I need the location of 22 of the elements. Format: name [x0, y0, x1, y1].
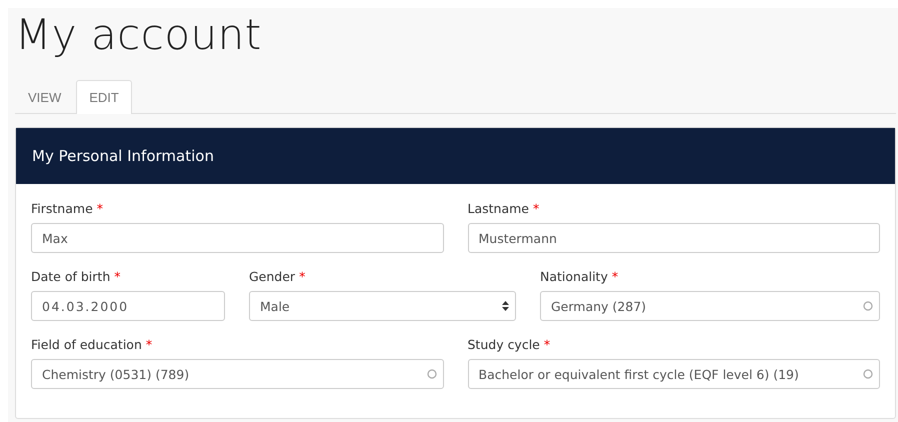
lookup-field[interactable]: Germany (287) [540, 291, 880, 321]
loading-circle-icon [426, 369, 436, 379]
date-field[interactable]: 04.03.2000 [31, 291, 225, 321]
field-label: Gender * [249, 269, 306, 285]
field-label: Lastname * [468, 201, 540, 217]
tab[interactable]: VIEW [15, 80, 74, 114]
input-field[interactable]: Max [31, 223, 444, 253]
field-label: Nationality * [540, 269, 620, 285]
input-field[interactable]: Mustermann [468, 223, 880, 253]
lookup-field[interactable]: Chemistry (0531) (789) [31, 359, 444, 389]
loading-circle-icon [863, 369, 873, 379]
sort-caret-icon [502, 301, 509, 311]
select-field[interactable]: Male [249, 291, 516, 321]
field-label: Date of birth * [31, 269, 122, 285]
field-label: Field of education * [31, 337, 154, 353]
field-label: Firstname * [31, 201, 104, 217]
tab[interactable]: EDIT [76, 80, 132, 114]
field-label: Study cycle * [468, 337, 552, 353]
page-title: My account [15, 9, 262, 60]
lookup-field[interactable]: Bachelor or equivalent first cycle (EQF level 6) (19) [468, 359, 880, 389]
loading-circle-icon [863, 301, 873, 311]
panel-title: My Personal Information [32, 147, 214, 165]
